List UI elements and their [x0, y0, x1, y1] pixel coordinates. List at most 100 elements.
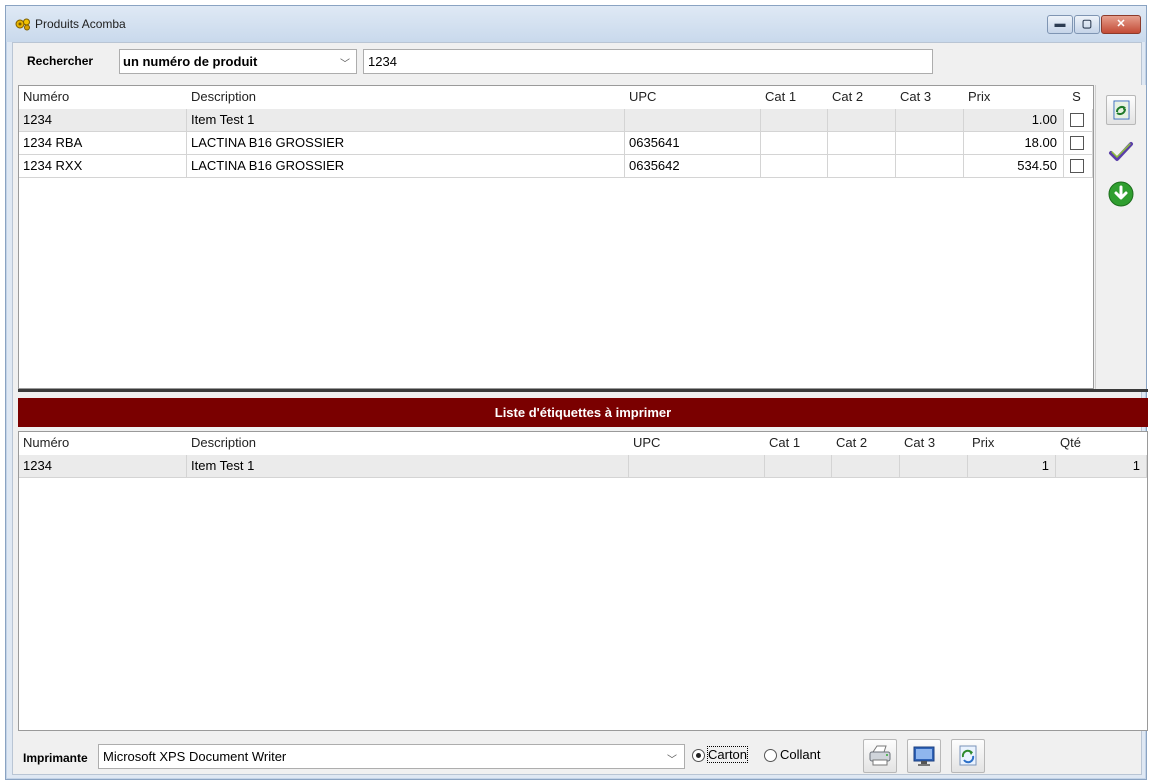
- col-header-cat2[interactable]: Cat 2: [828, 86, 896, 109]
- cell-cat3: [896, 132, 964, 155]
- excel-refresh-button[interactable]: [1106, 95, 1136, 125]
- col-header-cat1[interactable]: Cat 1: [761, 86, 828, 109]
- labels-header: Numéro Description UPC Cat 1 Cat 2 Cat 3…: [19, 432, 1147, 455]
- cell-prix: 18.00: [964, 132, 1064, 155]
- table-row[interactable]: 1234 Item Test 1 1.00: [19, 109, 1093, 132]
- cell-prix: 1: [968, 455, 1056, 478]
- col-header-prix[interactable]: Prix: [964, 86, 1062, 109]
- printer-icon: [869, 745, 891, 766]
- print-button[interactable]: [863, 739, 897, 773]
- download-button[interactable]: [1106, 179, 1136, 209]
- cell-cat1: [761, 155, 828, 178]
- select-checkbox[interactable]: [1070, 159, 1084, 173]
- cell-upc: 0635641: [625, 132, 761, 155]
- table-row[interactable]: 1234 RBA LACTINA B16 GROSSIER 0635641 18…: [19, 132, 1093, 155]
- close-button[interactable]: ✕: [1101, 15, 1141, 34]
- search-mode-value: un numéro de produit: [123, 54, 258, 69]
- cell-numero: 1234: [19, 109, 187, 132]
- labels-list-title: Liste d'étiquettes à imprimer: [18, 398, 1148, 427]
- printer-label: Imprimante: [23, 751, 88, 765]
- cell-cat1: [761, 109, 828, 132]
- cell-upc: [625, 109, 761, 132]
- printer-value: Microsoft XPS Document Writer: [103, 749, 287, 764]
- maximize-icon: ▢: [1081, 18, 1093, 30]
- col-header-description[interactable]: Description: [187, 432, 629, 455]
- cell-s: [1064, 109, 1093, 132]
- refresh-button[interactable]: [951, 739, 985, 773]
- col-header-numero[interactable]: Numéro: [19, 86, 187, 109]
- minimize-button[interactable]: ▬: [1047, 15, 1073, 34]
- maximize-button[interactable]: ▢: [1074, 15, 1100, 34]
- cell-cat1: [761, 132, 828, 155]
- col-header-description[interactable]: Description: [187, 86, 625, 109]
- col-header-cat3[interactable]: Cat 3: [900, 432, 968, 455]
- printer-bar: Imprimante Microsoft XPS Document Writer…: [13, 735, 1141, 777]
- cell-upc: 0635642: [625, 155, 761, 178]
- col-header-s[interactable]: S: [1062, 86, 1093, 109]
- radio-collant[interactable]: [764, 749, 777, 762]
- cell-cat3: [896, 109, 964, 132]
- cell-cat2: [828, 109, 896, 132]
- title-bar[interactable]: Produits Acomba ▬ ▢ ✕: [6, 6, 1146, 42]
- validate-button[interactable]: [1106, 137, 1136, 167]
- col-header-prix[interactable]: Prix: [968, 432, 1056, 455]
- table-row[interactable]: 1234 RXX LACTINA B16 GROSSIER 0635642 53…: [19, 155, 1093, 178]
- cell-description: LACTINA B16 GROSSIER: [187, 132, 625, 155]
- panel-splitter[interactable]: [18, 389, 1148, 392]
- cell-cat3: [900, 455, 968, 478]
- cell-cat2: [828, 132, 896, 155]
- search-input[interactable]: [363, 49, 933, 74]
- cell-numero: 1234: [19, 455, 187, 478]
- window-title: Produits Acomba: [35, 17, 126, 31]
- col-header-cat1[interactable]: Cat 1: [765, 432, 832, 455]
- app-window: Produits Acomba ▬ ▢ ✕ Rechercher un numé…: [5, 5, 1148, 780]
- preview-icon: [913, 746, 935, 766]
- window-controls: ▬ ▢ ✕: [1046, 15, 1141, 35]
- download-arrow-icon: [1108, 181, 1134, 207]
- printer-select[interactable]: Microsoft XPS Document Writer ﹀: [98, 744, 685, 769]
- col-header-qte[interactable]: Qté: [1056, 432, 1147, 455]
- cell-cat1: [765, 455, 832, 478]
- cell-qte[interactable]: 1: [1056, 455, 1147, 478]
- main-content: Rechercher un numéro de produit ﹀ Numéro…: [12, 42, 1148, 777]
- search-bar: Rechercher un numéro de produit ﹀: [21, 49, 933, 75]
- cell-numero: 1234 RBA: [19, 132, 187, 155]
- cell-s: [1064, 155, 1093, 178]
- col-header-cat2[interactable]: Cat 2: [832, 432, 900, 455]
- cell-prix: 1.00: [964, 109, 1064, 132]
- select-checkbox[interactable]: [1070, 113, 1084, 127]
- col-header-upc[interactable]: UPC: [625, 86, 761, 109]
- minimize-icon: ▬: [1054, 18, 1066, 30]
- cell-description: LACTINA B16 GROSSIER: [187, 155, 625, 178]
- products-table[interactable]: Numéro Description UPC Cat 1 Cat 2 Cat 3…: [18, 85, 1094, 389]
- close-icon: ✕: [1116, 18, 1126, 30]
- cell-description: Item Test 1: [187, 109, 625, 132]
- side-toolbar: [1095, 85, 1146, 389]
- select-checkbox[interactable]: [1070, 136, 1084, 150]
- cell-numero: 1234 RXX: [19, 155, 187, 178]
- chevron-down-icon: ﹀: [667, 755, 677, 766]
- cell-cat3: [896, 155, 964, 178]
- labels-table[interactable]: Numéro Description UPC Cat 1 Cat 2 Cat 3…: [18, 431, 1148, 731]
- cell-s: [1064, 132, 1093, 155]
- col-header-cat3[interactable]: Cat 3: [896, 86, 964, 109]
- radio-carton[interactable]: [692, 749, 705, 762]
- cell-prix: 534.50: [964, 155, 1064, 178]
- col-header-upc[interactable]: UPC: [629, 432, 765, 455]
- radio-collant-label[interactable]: Collant: [780, 747, 820, 762]
- preview-button[interactable]: [907, 739, 941, 773]
- col-header-numero[interactable]: Numéro: [19, 432, 187, 455]
- chevron-down-icon: ﹀: [340, 59, 350, 70]
- search-mode-select[interactable]: un numéro de produit ﹀: [119, 49, 357, 74]
- checkmark-icon: [1109, 142, 1133, 161]
- cell-description: Item Test 1: [187, 455, 629, 478]
- cell-upc: [629, 455, 765, 478]
- cell-cat2: [832, 455, 900, 478]
- gear-icon: [15, 18, 30, 31]
- refresh-icon: [959, 745, 977, 766]
- table-row[interactable]: 1234 Item Test 1 1 1: [19, 455, 1147, 478]
- search-label: Rechercher: [27, 54, 94, 68]
- cell-cat2: [828, 155, 896, 178]
- refresh-excel-icon: [1113, 100, 1130, 120]
- radio-carton-label[interactable]: Carton: [706, 746, 749, 763]
